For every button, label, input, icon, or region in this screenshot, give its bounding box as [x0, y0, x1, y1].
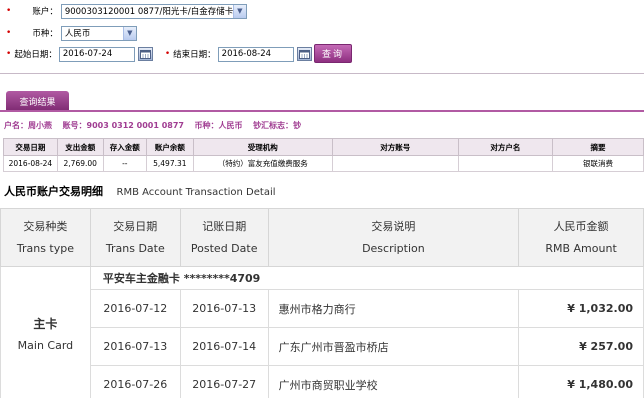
- posted-date: 2016-07-14: [179, 327, 269, 366]
- end-date-input[interactable]: 2016-08-24: [217, 46, 294, 62]
- card-type-en: Main Card: [17, 339, 74, 352]
- required-mark: •: [6, 6, 12, 16]
- card-group-title: 平安车主金融卡 ********4709: [89, 266, 644, 290]
- column-header: 交易说明 Description: [267, 208, 520, 267]
- description: 惠州市格力商行: [267, 289, 520, 328]
- date-row: • 起始日期： 2016-07-24 • 结束日期： 2016-08-24: [6, 45, 312, 63]
- amount: ¥ 1,480.00: [518, 365, 644, 398]
- divider: [0, 73, 644, 74]
- currency-row: • 币种： 人民币 ▼: [6, 24, 137, 42]
- statement-header-row: 交易种类 Trans type 交易日期 Trans Date 记账日期 Posted…: [0, 208, 644, 267]
- trans-date: 2016-07-26: [89, 365, 181, 398]
- query-button[interactable]: 查询: [314, 44, 352, 63]
- header-cn: 交易种类: [23, 219, 68, 233]
- header-en: Posted Date: [190, 241, 258, 255]
- account-info: 户名：周小燕 账号：9003 0312 0001 0877 币种：人民币 钞汇标…: [4, 120, 309, 131]
- cell-counterparty-account: [331, 155, 459, 172]
- header-cn: 交易说明: [371, 219, 416, 233]
- statement-title-cn: 人民币账户交易明细: [4, 185, 103, 198]
- column-header: 存入金额: [102, 138, 147, 156]
- account-label: 账户：: [32, 7, 58, 17]
- column-header: 账户余额: [145, 138, 194, 156]
- holder-name-field: 户名：周小燕: [4, 121, 52, 130]
- header-en: Description: [362, 241, 425, 255]
- column-header: 摘要: [552, 138, 644, 156]
- statement-title-en: RMB Account Transaction Detail: [116, 187, 276, 198]
- cell-deposit: --: [102, 155, 147, 172]
- table-row[interactable]: 2016-07-13 2016-07-14 广东广州市晋盈市桥店 ¥ 257.0…: [1, 327, 644, 366]
- cell-institution: （特约）富友充值缴费服务: [192, 155, 333, 172]
- account-number-field: 账号：9003 0312 0001 0877: [63, 121, 184, 130]
- tab-underline: [0, 110, 644, 112]
- amount: ¥ 257.00: [518, 327, 644, 366]
- header-cn: 人民币金额: [553, 219, 609, 233]
- currency-select-value: 人民币: [64, 29, 91, 39]
- currency-field: 币种：人民币: [195, 121, 243, 130]
- cash-flag-field: 钞汇标志：钞: [253, 121, 301, 130]
- posted-date: 2016-07-27: [179, 365, 269, 398]
- column-header: 交易日期: [3, 138, 58, 156]
- column-header: 交易日期 Trans Date: [89, 208, 181, 267]
- holder-name: 周小燕: [28, 121, 52, 130]
- column-header: 对方户名: [457, 138, 554, 156]
- account-number: 9003 0312 0001 0877: [86, 121, 184, 130]
- currency-select[interactable]: 人民币 ▼: [60, 25, 137, 41]
- chevron-down-icon[interactable]: ▼: [122, 26, 136, 40]
- calendar-icon[interactable]: [137, 47, 153, 61]
- cash-flag: 钞: [293, 121, 302, 130]
- group-row: 主卡 Main Card 平安车主金融卡 ********4709: [0, 266, 644, 398]
- table-row[interactable]: 2016-07-12 2016-07-13 惠州市格力商行 ¥ 1,032.00: [1, 289, 644, 328]
- column-header: 对方账号: [331, 138, 459, 156]
- cell-expense: 2,769.00: [56, 155, 104, 172]
- header-en: Trans type: [16, 241, 74, 255]
- required-mark: •: [6, 49, 12, 59]
- required-mark: •: [6, 28, 12, 38]
- header-cn: 交易日期: [113, 219, 158, 233]
- header-en: Trans Date: [105, 241, 165, 255]
- posted-date: 2016-07-13: [179, 289, 269, 328]
- header-en: RMB Amount: [545, 241, 617, 255]
- currency-label: 币种：: [32, 29, 58, 39]
- card-type-cell: 主卡 Main Card: [0, 266, 91, 398]
- tab-query-results[interactable]: 查询结果: [6, 91, 69, 111]
- cell-summary: 银联消费: [552, 155, 644, 172]
- account-number-label: 账号：: [62, 121, 87, 130]
- chevron-down-icon[interactable]: ▼: [232, 4, 246, 18]
- statement-table: 交易种类 Trans type 交易日期 Trans Date 记账日期 Posted…: [0, 208, 644, 398]
- cell-trans-date: 2016-08-24: [3, 155, 58, 172]
- column-header: 支出金额: [56, 138, 104, 156]
- statement-panel: 人民币账户交易明细 RMB Account Transaction Detail…: [0, 177, 644, 398]
- card-type-cn: 主卡: [33, 317, 58, 331]
- cell-counterparty-name: [457, 155, 554, 172]
- currency-info-label: 币种：: [194, 121, 219, 130]
- cash-flag-label: 钞汇标志：: [253, 121, 294, 130]
- start-date-input[interactable]: 2016-07-24: [58, 46, 135, 62]
- cell-balance: 5,497.31: [145, 155, 194, 172]
- table-header-row: 交易日期 支出金额 存入金额 账户余额 受理机构 对方账号 对方户名 摘要: [3, 138, 644, 156]
- holder-name-label: 户名：: [4, 121, 28, 130]
- column-header: 人民币金额 RMB Amount: [518, 208, 644, 267]
- account-row: • 账户： 9000303120001 0877/阳光卡/白金存储卡 ▼: [6, 2, 247, 20]
- calendar-icon[interactable]: [296, 47, 312, 61]
- column-header: 交易种类 Trans type: [0, 208, 91, 267]
- header-cn: 记账日期: [202, 219, 247, 233]
- table-row[interactable]: 2016-07-26 2016-07-27 广州市商贸职业学校 ¥ 1,480.…: [1, 365, 644, 398]
- account-select[interactable]: 9000303120001 0877/阳光卡/白金存储卡 ▼: [60, 3, 247, 19]
- description: 广州市商贸职业学校: [267, 365, 520, 398]
- statement-title: 人民币账户交易明细 RMB Account Transaction Detail: [4, 183, 276, 199]
- currency-info: 人民币: [218, 121, 243, 130]
- end-date-label: 结束日期：: [173, 50, 216, 60]
- start-date-label: 起始日期：: [14, 50, 57, 60]
- table-row[interactable]: 2016-08-24 2,769.00 -- 5,497.31 （特约）富友充值…: [3, 155, 644, 172]
- results-table: 交易日期 支出金额 存入金额 账户余额 受理机构 对方账号 对方户名 摘要 20…: [3, 138, 644, 172]
- trans-date: 2016-07-12: [89, 289, 181, 328]
- trans-date: 2016-07-13: [89, 327, 181, 366]
- required-mark: •: [164, 49, 171, 59]
- description: 广东广州市晋盈市桥店: [267, 327, 520, 366]
- amount: ¥ 1,032.00: [518, 289, 644, 328]
- account-select-value: 9000303120001 0877/阳光卡/白金存储卡: [64, 7, 234, 17]
- column-header: 受理机构: [192, 138, 333, 156]
- column-header: 记账日期 Posted Date: [179, 208, 269, 267]
